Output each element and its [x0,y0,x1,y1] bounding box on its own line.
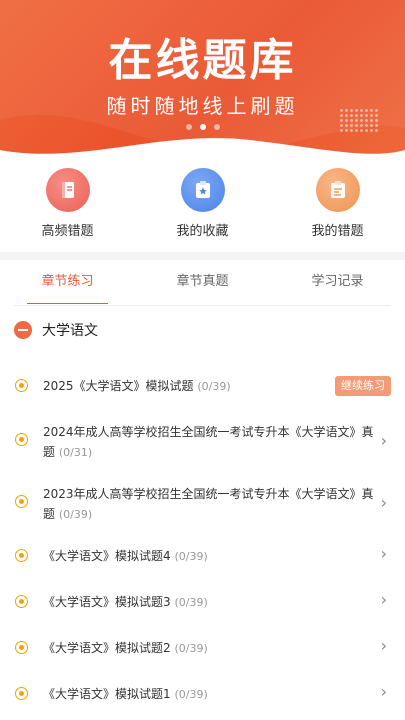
list-item[interactable]: 《大学语文》模拟试题1 (0/39) › [0,682,405,704]
item-count: (0/39) [197,380,231,393]
list-item[interactable]: 《大学语文》模拟试题3 (0/39) › [0,590,405,612]
radio-icon [15,379,28,392]
item-count: (0/39) [58,508,93,521]
item-count: (0/39) [174,688,208,701]
quick-action-label: 我的收藏 [176,224,229,239]
chevron-right-icon: › [380,544,387,563]
item-title: 2024年成人高等学校招生全国统一考试专升本《大学语文》真 [43,425,374,439]
carousel-dot-active[interactable] [199,124,206,130]
radio-icon [15,595,28,608]
tab-underline [14,305,391,306]
quick-actions: 高频错题 我的收藏 我的错题 [0,168,405,248]
banner-title: 在线题库 [108,35,297,86]
chevron-right-icon: › [380,682,387,701]
section-header[interactable]: 大学语文 [14,320,98,340]
item-title: 《大学语文》模拟试题1 [43,687,171,701]
quick-action-label: 高频错题 [41,224,94,239]
list-item[interactable]: 2025《大学语文》模拟试题 (0/39) 继续练习 [0,376,405,396]
quick-action-my-errors[interactable]: 我的错题 [270,168,405,248]
section-divider [0,252,405,260]
radio-icon [15,495,28,508]
chevron-right-icon: › [380,636,387,655]
item-count: (0/39) [174,642,208,655]
tab-bar: 章节练习 章节真题 学习记录 [0,270,405,306]
list-item[interactable]: 2023年成人高等学校招生全国统一考试专升本《大学语文》真 题 (0/39) › [0,484,405,524]
chevron-right-icon: › [380,431,387,450]
item-count: (0/31) [58,446,93,459]
item-title: 《大学语文》模拟试题3 [43,595,171,609]
item-count: (0/39) [174,550,208,563]
carousel-dot[interactable] [185,124,192,130]
item-title-continued: 题 [43,445,56,459]
list-item[interactable]: 《大学语文》模拟试题2 (0/39) › [0,636,405,658]
collapse-icon[interactable] [14,321,32,339]
banner[interactable]: 在线题库 随时随地线上刷题 [0,0,405,170]
list-item[interactable]: 2024年成人高等学校招生全国统一考试专升本《大学语文》真 题 (0/31) › [0,422,405,462]
carousel-dot[interactable] [213,124,220,130]
chevron-right-icon: › [380,590,387,609]
item-title: 《大学语文》模拟试题2 [43,641,171,655]
item-count: (0/39) [174,596,208,609]
quick-action-high-frequency-errors[interactable]: 高频错题 [0,168,135,248]
tab-study-records[interactable]: 学习记录 [270,270,405,306]
quick-action-favorites[interactable]: 我的收藏 [135,168,270,248]
radio-icon [15,433,28,446]
star-clipboard-icon [180,168,225,212]
tab-chapter-past-papers[interactable]: 章节真题 [135,270,270,306]
section-label: 大学语文 [42,323,98,339]
item-title: 2025《大学语文》模拟试题 [43,379,194,393]
carousel-indicator [0,124,405,130]
continue-practice-button[interactable]: 继续练习 [335,376,391,396]
item-title: 《大学语文》模拟试题4 [43,549,171,563]
error-clipboard-icon [315,168,360,212]
quick-action-label: 我的错题 [311,224,364,239]
radio-icon [15,549,28,562]
radio-icon [15,641,28,654]
item-title: 2023年成人高等学校招生全国统一考试专升本《大学语文》真 [43,487,374,501]
notebook-icon [45,168,90,212]
tab-chapter-practice[interactable]: 章节练习 [0,270,135,306]
item-title-continued: 题 [43,507,56,521]
list-item[interactable]: 《大学语文》模拟试题4 (0/39) › [0,544,405,566]
radio-icon [15,687,28,700]
chevron-right-icon: › [380,493,387,512]
